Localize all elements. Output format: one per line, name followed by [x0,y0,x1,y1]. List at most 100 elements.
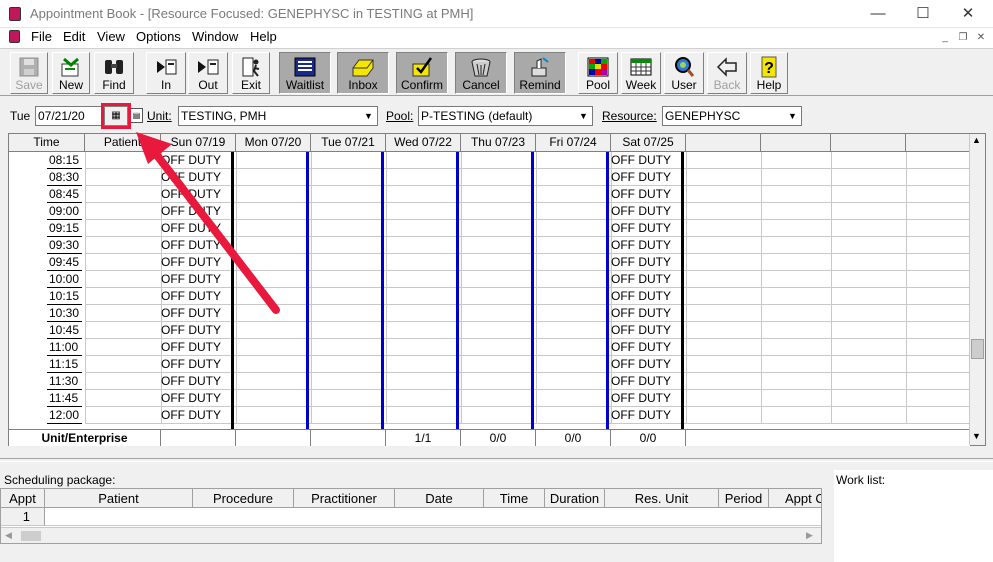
sat-off-duty-cell[interactable]: OFF DUTY [611,288,671,305]
sat-off-duty-cell[interactable]: OFF DUTY [611,203,671,220]
time-slot-1015[interactable]: 10:15 [47,288,82,305]
col-patient[interactable]: Patient [45,489,193,508]
header-sat[interactable]: Sat 07/25 [611,134,686,152]
header-fri[interactable]: Fri 07/24 [536,134,611,152]
scroll-down-icon[interactable]: ▼ [972,431,981,441]
col-appt-c[interactable]: Appt C [769,489,821,508]
menu-window[interactable]: Window [192,29,238,45]
table-row[interactable] [45,508,821,526]
remind-button[interactable]: Remind [514,52,566,94]
back-button[interactable]: Back [707,52,747,94]
time-slot-0815[interactable]: 08:15 [47,152,82,169]
header-tue[interactable]: Tue 07/21 [311,134,386,152]
date-input[interactable]: 07/21/20 [35,106,103,126]
sun-off-duty-cell[interactable]: OFF DUTY [161,322,221,339]
col-period[interactable]: Period [719,489,769,508]
time-slot-1100[interactable]: 11:00 [47,339,82,356]
time-slot-0930[interactable]: 09:30 [47,237,82,254]
time-slot-1130[interactable]: 11:30 [47,373,82,390]
time-slot-1115[interactable]: 11:15 [47,356,82,373]
mdi-restore-button[interactable]: ❐ [955,30,971,44]
minimize-button[interactable]: — [855,0,901,28]
hscroll-thumb[interactable] [21,531,41,541]
sun-off-duty-cell[interactable]: OFF DUTY [161,407,221,424]
week-button[interactable]: Week [621,52,661,94]
sat-off-duty-cell[interactable]: OFF DUTY [611,356,671,373]
time-slot-1045[interactable]: 10:45 [47,322,82,339]
sun-off-duty-cell[interactable]: OFF DUTY [161,390,221,407]
inbox-button[interactable]: Inbox [337,52,389,94]
scroll-thumb[interactable] [971,339,984,359]
user-button[interactable]: User [664,52,704,94]
sat-off-duty-cell[interactable]: OFF DUTY [611,152,671,169]
menu-edit[interactable]: Edit [63,29,85,45]
sat-off-duty-cell[interactable]: OFF DUTY [611,271,671,288]
sat-off-duty-cell[interactable]: OFF DUTY [611,390,671,407]
time-slot-1000[interactable]: 10:00 [47,271,82,288]
pool-select[interactable]: P-TESTING (default) ▼ [418,106,593,126]
sat-off-duty-cell[interactable]: OFF DUTY [611,220,671,237]
exit-button[interactable]: Exit [232,52,270,94]
time-slot-0845[interactable]: 08:45 [47,186,82,203]
menu-help[interactable]: Help [250,29,277,45]
col-date[interactable]: Date [395,489,484,508]
col-procedure[interactable]: Procedure [193,489,294,508]
sat-off-duty-cell[interactable]: OFF DUTY [611,237,671,254]
sun-off-duty-cell[interactable]: OFF DUTY [161,339,221,356]
header-thu[interactable]: Thu 07/23 [461,134,536,152]
close-button[interactable]: ✕ [945,0,991,28]
menu-file[interactable]: File [31,29,52,45]
sat-off-duty-cell[interactable]: OFF DUTY [611,322,671,339]
sat-off-duty-cell[interactable]: OFF DUTY [611,169,671,186]
find-button[interactable]: Find [94,52,134,94]
time-slot-1200[interactable]: 12:00 [47,407,82,424]
time-slot-1145[interactable]: 11:45 [47,390,82,407]
header-wed[interactable]: Wed 07/22 [386,134,461,152]
help-button[interactable]: ? Help [750,52,788,94]
scheduling-package-table[interactable]: Appt Patient Procedure Practitioner Date… [0,488,822,544]
sat-off-duty-cell[interactable]: OFF DUTY [611,339,671,356]
time-slot-0945[interactable]: 09:45 [47,254,82,271]
col-practitioner[interactable]: Practitioner [294,489,395,508]
scroll-up-icon[interactable]: ▲ [972,135,981,145]
new-button[interactable]: New [52,52,90,94]
out-button[interactable]: Out [188,52,228,94]
time-slot-0900[interactable]: 09:00 [47,203,82,220]
sat-off-duty-cell[interactable]: OFF DUTY [611,254,671,271]
sat-off-duty-cell[interactable]: OFF DUTY [611,186,671,203]
cancel-button[interactable]: Cancel [455,52,507,94]
table-row-number[interactable]: 1 [1,508,45,526]
mdi-close-button[interactable]: ✕ [973,30,989,44]
save-button[interactable]: Save [10,52,48,94]
confirm-button[interactable]: Confirm [396,52,448,94]
date-picker-icon[interactable]: ▤ [130,108,143,123]
pane-splitter[interactable] [0,458,993,462]
in-button[interactable]: In [146,52,186,94]
menu-options[interactable]: Options [136,29,181,45]
horizontal-scrollbar[interactable]: ◀ ▶ [1,527,821,543]
sun-off-duty-cell[interactable]: OFF DUTY [161,373,221,390]
time-slot-0830[interactable]: 08:30 [47,169,82,186]
col-res-unit[interactable]: Res. Unit [605,489,719,508]
sun-off-duty-cell[interactable]: OFF DUTY [161,356,221,373]
scroll-left-icon[interactable]: ◀ [5,530,12,541]
resource-select[interactable]: GENEPHYSC ▼ [662,106,802,126]
col-appt[interactable]: Appt [1,489,45,508]
menu-view[interactable]: View [97,29,125,45]
time-slot-0915[interactable]: 09:15 [47,220,82,237]
header-time[interactable]: Time [9,134,85,152]
col-time[interactable]: Time [484,489,545,508]
time-slot-1030[interactable]: 10:30 [47,305,82,322]
mdi-minimize-button[interactable]: _ [937,30,953,44]
scroll-right-icon[interactable]: ▶ [806,530,813,541]
grid-vertical-scrollbar[interactable]: ▲ ▼ [969,134,985,445]
waitlist-button[interactable]: Waitlist [279,52,331,94]
maximize-button[interactable]: ☐ [900,0,946,28]
work-list-panel[interactable]: Work list: [834,470,993,562]
sat-off-duty-cell[interactable]: OFF DUTY [611,373,671,390]
sat-off-duty-cell[interactable]: OFF DUTY [611,305,671,322]
unit-select[interactable]: TESTING, PMH ▼ [178,106,378,126]
pool-button[interactable]: Pool [578,52,618,94]
col-duration[interactable]: Duration [545,489,605,508]
sat-off-duty-cell[interactable]: OFF DUTY [611,407,671,424]
